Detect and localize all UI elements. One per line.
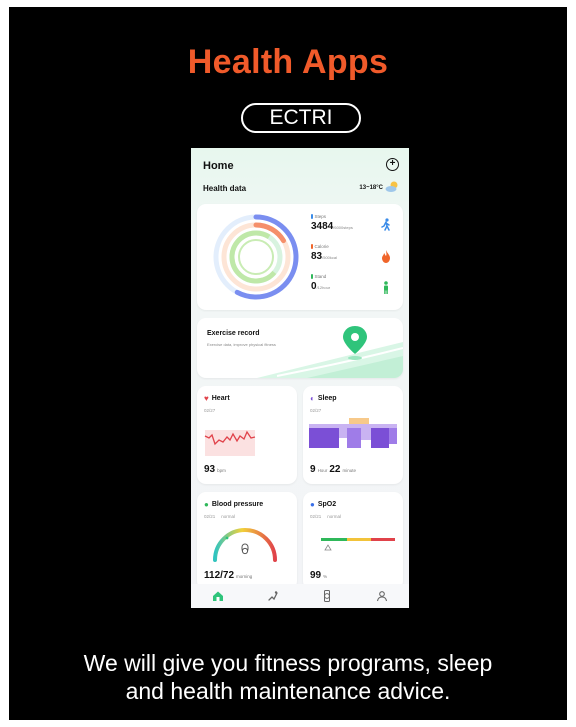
- heart-card[interactable]: ♥ Heart 02/27 93 bpm: [197, 386, 297, 484]
- phone-screenshot: Home + Health data 13~18°C Steps 3484/60…: [191, 148, 409, 608]
- metric-steps: Steps 3484/6000steps: [311, 214, 353, 232]
- heart-unit: bpm: [217, 468, 226, 473]
- bp-value: 112/72: [204, 570, 235, 581]
- weather-cloud-icon: [385, 181, 398, 192]
- brand-badge: ECTRI: [241, 103, 361, 133]
- metric-stand: Stand 0/12hour: [311, 274, 331, 292]
- sleep-date: 02/27: [310, 408, 322, 413]
- bp-period: morning: [236, 574, 253, 579]
- exercise-title: Exercise record: [207, 330, 260, 337]
- heart-date: 02/27: [204, 408, 216, 413]
- sleep-minutes: 22: [329, 464, 341, 475]
- bp-date: 02/21: [204, 514, 216, 519]
- exercise-icon: [268, 591, 278, 601]
- spo2-unit: %: [323, 574, 328, 579]
- metric-calorie: Calorie 83/500kcal: [311, 244, 338, 262]
- activity-rings: [213, 214, 299, 300]
- map-route-illustration: [257, 326, 403, 378]
- add-icon[interactable]: +: [386, 158, 399, 171]
- spo2-card[interactable]: ● SpO2 02/21 normal 99%: [303, 492, 403, 590]
- spo2-scale: [321, 538, 395, 551]
- exercise-record-card[interactable]: Exercise record Exercise data, improve p…: [197, 318, 403, 378]
- blood-pressure-card[interactable]: ● Blood pressure 02/21 normal 112/72 mor…: [197, 492, 297, 590]
- sleep-card[interactable]: ◐ Sleep 02/27 9 Hour 22 minute: [303, 386, 403, 484]
- sleep-title: Sleep: [317, 395, 337, 402]
- sleep-minutes-unit: minute: [342, 468, 356, 473]
- sleep-stages-graph: [309, 418, 397, 448]
- bp-title: Blood pressure: [211, 501, 264, 508]
- activity-rings-card[interactable]: Steps 3484/6000steps Calorie 83/500kcal …: [197, 204, 403, 310]
- watch-icon: [324, 590, 331, 602]
- heart-title: Heart: [211, 395, 230, 402]
- home-icon: [213, 591, 224, 601]
- spo2-title: SpO2: [317, 501, 337, 508]
- exercise-subtitle: Exercise data, improve physical fitness: [207, 342, 276, 347]
- flame-icon: [382, 250, 390, 263]
- spo2-date: 02/21: [310, 514, 322, 519]
- page-title: Home: [203, 160, 234, 172]
- standing-person-icon: [384, 281, 388, 294]
- blood-pressure-gauge: [213, 528, 277, 562]
- heart-value: 93: [204, 464, 216, 475]
- tab-exercise[interactable]: [266, 589, 280, 603]
- moon-icon: ◐: [310, 394, 315, 403]
- tab-profile[interactable]: [375, 589, 389, 603]
- banner-background: Health Apps ECTRI Home + Health data 13~…: [9, 7, 567, 720]
- banner-caption: We will give you fitness programs, sleep…: [9, 649, 567, 705]
- caption-line-2: and health maintenance advice.: [125, 678, 451, 704]
- heart-icon: ♥: [204, 394, 209, 403]
- sleep-hours-unit: Hour: [317, 468, 328, 473]
- caption-line-1: We will give you fitness programs, sleep: [83, 650, 493, 676]
- profile-icon: [376, 591, 387, 602]
- bp-status: normal: [221, 514, 236, 519]
- sleep-hours: 9: [310, 464, 316, 475]
- walking-person-icon: [381, 218, 390, 231]
- spo2-status: normal: [327, 514, 342, 519]
- oxygen-icon: ●: [310, 500, 315, 509]
- spo2-value: 99: [310, 570, 322, 581]
- banner-title: Health Apps: [187, 43, 389, 81]
- bottom-tab-bar: [191, 584, 409, 608]
- section-title: Health data: [203, 184, 247, 193]
- weather-temperature: 13~18°C: [359, 185, 383, 191]
- tab-device[interactable]: [320, 589, 334, 603]
- droplet-icon: ●: [204, 500, 209, 509]
- tab-home[interactable]: [211, 589, 225, 603]
- heart-rate-graph: [204, 430, 256, 456]
